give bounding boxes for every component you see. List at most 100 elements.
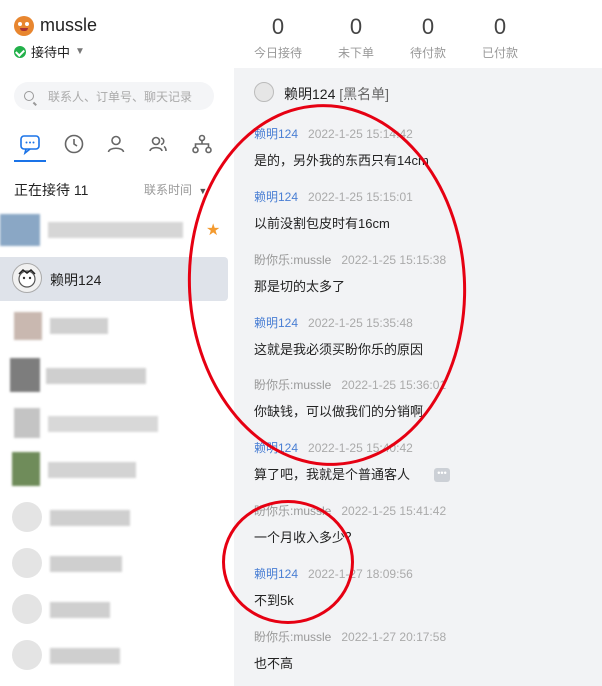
blurred-name bbox=[48, 462, 136, 478]
tab-contacts[interactable] bbox=[104, 132, 128, 156]
avatar bbox=[12, 640, 42, 670]
blurred-name bbox=[50, 318, 108, 334]
message-time: 2022-1-25 15:40:42 bbox=[308, 441, 413, 455]
message-time: 2022-1-25 15:41:42 bbox=[341, 504, 447, 518]
message-meta: 赖明124 2022-1-25 15:14:42 bbox=[254, 125, 413, 142]
blurred-name bbox=[50, 648, 120, 664]
contact-item[interactable] bbox=[0, 634, 228, 678]
contact-item[interactable] bbox=[0, 496, 228, 540]
message-text: 一个月收入多少？ bbox=[254, 530, 359, 545]
blurred-avatar bbox=[0, 214, 40, 246]
stat-label: 未下单 bbox=[337, 46, 374, 60]
message-time: 2022-1-27 18:09:56 bbox=[308, 567, 413, 581]
contact-item[interactable] bbox=[0, 542, 228, 586]
tab-history[interactable] bbox=[62, 132, 86, 156]
message-meta: 赖明124 2022-1-27 18:09:56 bbox=[254, 565, 413, 582]
stat-value: 0 bbox=[421, 14, 435, 39]
contact-item[interactable] bbox=[0, 304, 228, 348]
avatar bbox=[12, 594, 42, 624]
sidebar-tabs bbox=[0, 130, 234, 166]
chat-bubble-icon bbox=[20, 135, 40, 156]
message-meta: 赖明124 2022-1-25 15:35:48 bbox=[254, 314, 413, 331]
chat-header: 赖明124 [黑名单] bbox=[234, 68, 602, 116]
caret-down-icon: ▼ bbox=[198, 186, 208, 196]
contact-item[interactable] bbox=[0, 588, 228, 632]
avatar bbox=[12, 548, 42, 578]
message-meta: 赖明124 2022-1-25 15:15:01 bbox=[254, 188, 413, 205]
message-meta: 盼你乐:mussle 2022-1-25 15:15:38 bbox=[254, 251, 446, 268]
people-icon bbox=[149, 136, 167, 152]
star-icon[interactable]: ★ bbox=[206, 220, 220, 240]
sender-name: 赖明124 bbox=[254, 567, 299, 581]
contact-sidebar: 联系人、订单号、聊天记录 正在接待 11 联系时间 ▼ ★ 赖明124 bbox=[0, 68, 234, 686]
chat-title: 赖明124 [黑名单] bbox=[284, 84, 389, 104]
message-meta: 盼你乐:mussle 2022-1-25 15:41:42 bbox=[254, 502, 446, 519]
avatar-face-icon bbox=[18, 269, 36, 288]
contact-item[interactable] bbox=[0, 448, 228, 492]
blurred-name bbox=[48, 222, 183, 238]
tab-groups[interactable] bbox=[146, 132, 170, 156]
search-input[interactable]: 联系人、订单号、聊天记录 bbox=[14, 82, 214, 110]
stat-value: 0 bbox=[271, 14, 285, 39]
message-meta: 盼你乐:mussle 2022-1-27 20:17:58 bbox=[254, 628, 446, 645]
sender-name: 赖明124 bbox=[254, 127, 299, 141]
contact-item-active[interactable]: 赖明124 bbox=[0, 257, 228, 301]
brand-logo-icon bbox=[14, 15, 34, 36]
tab-organization[interactable] bbox=[190, 132, 214, 156]
message-meta: 赖明124 2022-1-25 15:40:42 bbox=[254, 439, 413, 456]
sender-name: 赖明124 bbox=[254, 316, 299, 330]
hierarchy-icon bbox=[192, 134, 212, 154]
status-selector[interactable]: 接待中 ▼ bbox=[14, 42, 85, 61]
blurred-name bbox=[48, 416, 158, 432]
message-text: 你缺钱，可以做我们的分销啊 bbox=[254, 404, 424, 419]
blurred-avatar bbox=[10, 358, 40, 392]
message-text: 是的，另外我的东西只有14cm bbox=[254, 153, 429, 168]
sort-label: 联系时间 bbox=[144, 183, 193, 197]
brand: mussle bbox=[14, 15, 97, 36]
stat-value: 0 bbox=[349, 14, 363, 39]
message-meta: 盼你乐:mussle 2022-1-25 15:36:01 bbox=[254, 376, 446, 393]
stat-value: 0 bbox=[493, 14, 507, 39]
contact-name: 赖明124 bbox=[50, 272, 102, 288]
stat-label: 待付款 bbox=[409, 46, 446, 60]
message-time: 2022-1-25 15:15:01 bbox=[308, 190, 413, 204]
message-text: 也不高 bbox=[254, 656, 294, 671]
contact-item[interactable] bbox=[0, 354, 228, 398]
contact-item[interactable]: ★ bbox=[0, 208, 228, 252]
person-icon bbox=[107, 135, 125, 153]
contact-item[interactable] bbox=[0, 402, 228, 446]
blacklist-tag: [黑名单] bbox=[339, 86, 390, 102]
sort-dropdown[interactable]: 联系时间 ▼ bbox=[144, 181, 207, 198]
stat-label: 已付款 bbox=[481, 46, 518, 60]
brand-name: mussle bbox=[40, 15, 98, 35]
blurred-name bbox=[50, 556, 122, 572]
status-label: 接待中 bbox=[31, 45, 71, 60]
message-time: 2022-1-25 15:35:48 bbox=[308, 316, 413, 330]
stat-today-reception[interactable]: 0 今日接待 bbox=[238, 14, 318, 61]
clock-icon bbox=[64, 134, 84, 154]
sender-name: 盼你乐:mussle bbox=[254, 378, 332, 392]
stat-paid[interactable]: 0 已付款 bbox=[460, 14, 540, 61]
chat-contact-name: 赖明124 bbox=[284, 86, 336, 102]
stat-not-ordered[interactable]: 0 未下单 bbox=[316, 14, 396, 61]
sender-name: 盼你乐:mussle bbox=[254, 504, 332, 518]
message-time: 2022-1-25 15:36:01 bbox=[341, 378, 447, 392]
stat-pending-payment[interactable]: 0 待付款 bbox=[388, 14, 468, 61]
message-time: 2022-1-27 20:17:58 bbox=[341, 630, 447, 644]
message-text: 以前没割包皮时有16cm bbox=[254, 216, 390, 231]
more-actions-button[interactable]: ••• bbox=[434, 468, 450, 482]
tab-chats[interactable] bbox=[14, 132, 46, 162]
sender-name: 赖明124 bbox=[254, 190, 299, 204]
chat-avatar bbox=[254, 82, 274, 102]
online-check-icon bbox=[14, 45, 26, 58]
top-header: mussle 接待中 ▼ 0 今日接待 0 未下单 0 待付款 0 已付款 bbox=[0, 0, 602, 68]
blurred-avatar bbox=[14, 312, 42, 340]
stat-label: 今日接待 bbox=[253, 46, 302, 60]
sender-name: 盼你乐:mussle bbox=[254, 253, 332, 267]
section-title: 正在接待 11 bbox=[14, 182, 89, 198]
message-time: 2022-1-25 15:14:42 bbox=[308, 127, 413, 141]
avatar bbox=[12, 263, 42, 293]
avatar bbox=[12, 502, 42, 532]
blurred-name bbox=[46, 368, 146, 384]
message-time: 2022-1-25 15:15:38 bbox=[341, 253, 447, 267]
